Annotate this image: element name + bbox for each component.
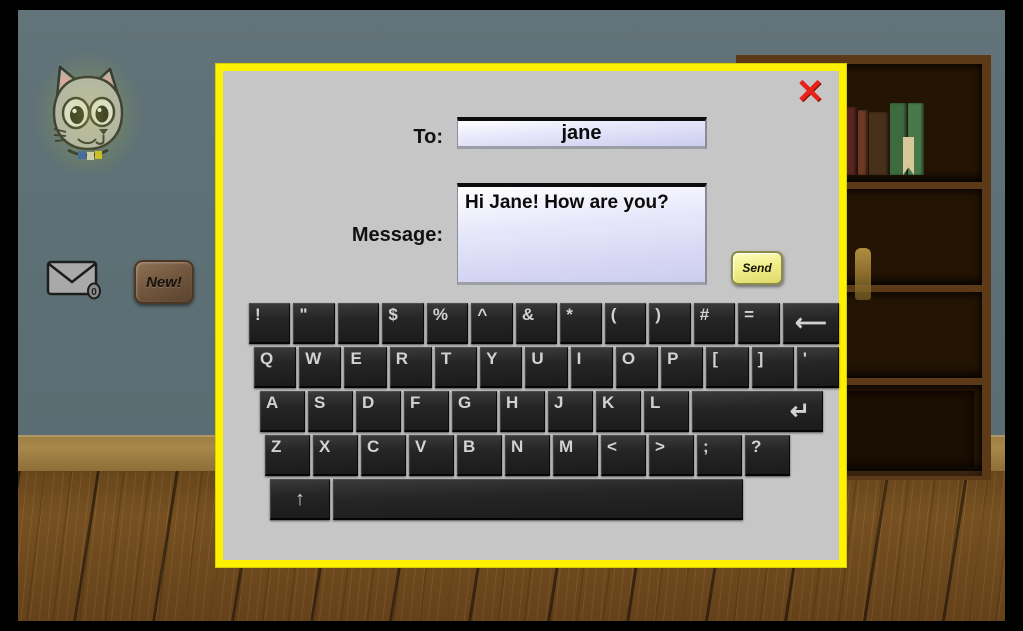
key-equals[interactable]: = [738, 303, 780, 344]
key-bracket-close[interactable]: ] [751, 347, 794, 388]
key-n[interactable]: N [505, 435, 550, 476]
key-greater-than[interactable]: > [649, 435, 694, 476]
key-dollar[interactable]: $ [382, 303, 424, 344]
envelope-icon[interactable]: 0 [46, 258, 104, 300]
key-i[interactable]: I [570, 347, 613, 388]
key-b[interactable]: B [457, 435, 502, 476]
key-g[interactable]: G [452, 391, 497, 432]
key-x[interactable]: X [313, 435, 358, 476]
send-button[interactable]: Send [731, 251, 783, 285]
key-e[interactable]: E [344, 347, 387, 388]
key-y[interactable]: Y [480, 347, 523, 388]
book [869, 112, 889, 175]
key-ampersand[interactable]: & [515, 303, 558, 344]
key-q[interactable]: Q [254, 347, 297, 388]
to-input-value: jane [561, 122, 602, 144]
key-l[interactable]: L [644, 391, 689, 432]
book [858, 110, 868, 175]
to-input[interactable]: jane [457, 117, 707, 149]
key-asterisk[interactable]: * [560, 303, 602, 344]
key-k[interactable]: K [596, 391, 641, 432]
key-r[interactable]: R [389, 347, 432, 388]
key-apostrophe[interactable]: ' [796, 347, 840, 388]
message-field-row: Message: Hi Jane! How are you? [313, 183, 707, 285]
key-t[interactable]: T [434, 347, 478, 388]
key-quote[interactable]: " [293, 303, 335, 344]
key-question[interactable]: ? [745, 435, 790, 476]
lamp-icon [855, 248, 871, 300]
key-paren-close[interactable]: ) [649, 303, 691, 344]
key-m[interactable]: M [553, 435, 598, 476]
cat-avatar[interactable] [34, 51, 142, 174]
keyboard-row: Q W E R T Y U I O P[] ' [223, 347, 840, 388]
on-screen-keyboard: ! " $% ^ & *() # = ⟵ Q W E R T Y U I O P[] ' A S D F G H J K L ↵ Z X C V B… [223, 303, 840, 523]
key-bracket-open[interactable]: [ [706, 347, 749, 388]
new-mail-button[interactable]: New! [134, 260, 194, 304]
key-w[interactable]: W [299, 347, 342, 388]
to-label: To: [413, 126, 443, 148]
key-hash[interactable]: # [693, 303, 736, 344]
keyboard-row: ↑ [223, 479, 839, 520]
key-less-than[interactable]: < [601, 435, 646, 476]
message-label: Message: [351, 224, 443, 246]
key-space[interactable] [333, 479, 743, 520]
close-button[interactable]: ✕ [793, 75, 827, 109]
key-a[interactable]: A [260, 391, 305, 432]
key-semicolon[interactable]: ; [697, 435, 742, 476]
screen: 0 New! ✕ To: jane Message: Hi Jane! How … [0, 0, 1023, 631]
keyboard-row: A S D F G H J K L ↵ [223, 391, 839, 432]
send-button-label: Send [742, 261, 772, 275]
key-u[interactable]: U [525, 347, 568, 388]
keyboard-row: Z X C V B N M < >;? [223, 435, 839, 476]
backspace-icon[interactable]: ⟵ [782, 303, 840, 344]
message-input-value: Hi Jane! How are you? [465, 192, 669, 213]
dialog-body: ✕ To: jane Message: Hi Jane! How are you… [223, 71, 840, 560]
close-icon: ✕ [795, 73, 825, 111]
envelope-glyph: 0 [46, 260, 101, 300]
key-s[interactable]: S [308, 391, 353, 432]
to-field-row: To: jane [365, 117, 707, 149]
key-v[interactable]: V [409, 435, 454, 476]
key-f[interactable]: F [404, 391, 449, 432]
key-paren-open[interactable]: ( [604, 303, 647, 344]
key-o[interactable]: O [615, 347, 659, 388]
key-j[interactable]: J [548, 391, 593, 432]
key-c[interactable]: C [361, 435, 406, 476]
key-d[interactable]: D [356, 391, 401, 432]
key-caret[interactable]: ^ [471, 303, 513, 344]
avatar-glow [34, 51, 142, 174]
enter-icon[interactable]: ↵ [692, 391, 823, 432]
key-percent[interactable]: % [426, 303, 469, 344]
key-h[interactable]: H [500, 391, 545, 432]
key-z[interactable]: Z [265, 435, 310, 476]
shift-icon[interactable]: ↑ [270, 479, 330, 520]
key-blank[interactable] [337, 303, 380, 344]
key-exclamation[interactable]: ! [249, 303, 291, 344]
keyboard-row: ! " $% ^ & *() # = ⟵ [223, 303, 840, 344]
envelope-count: 0 [91, 287, 97, 298]
message-input[interactable]: Hi Jane! How are you? [457, 183, 707, 285]
key-p[interactable]: P [661, 347, 704, 388]
new-button-label: New! [146, 273, 182, 291]
mail-compose-dialog: ✕ To: jane Message: Hi Jane! How are you… [216, 64, 846, 567]
